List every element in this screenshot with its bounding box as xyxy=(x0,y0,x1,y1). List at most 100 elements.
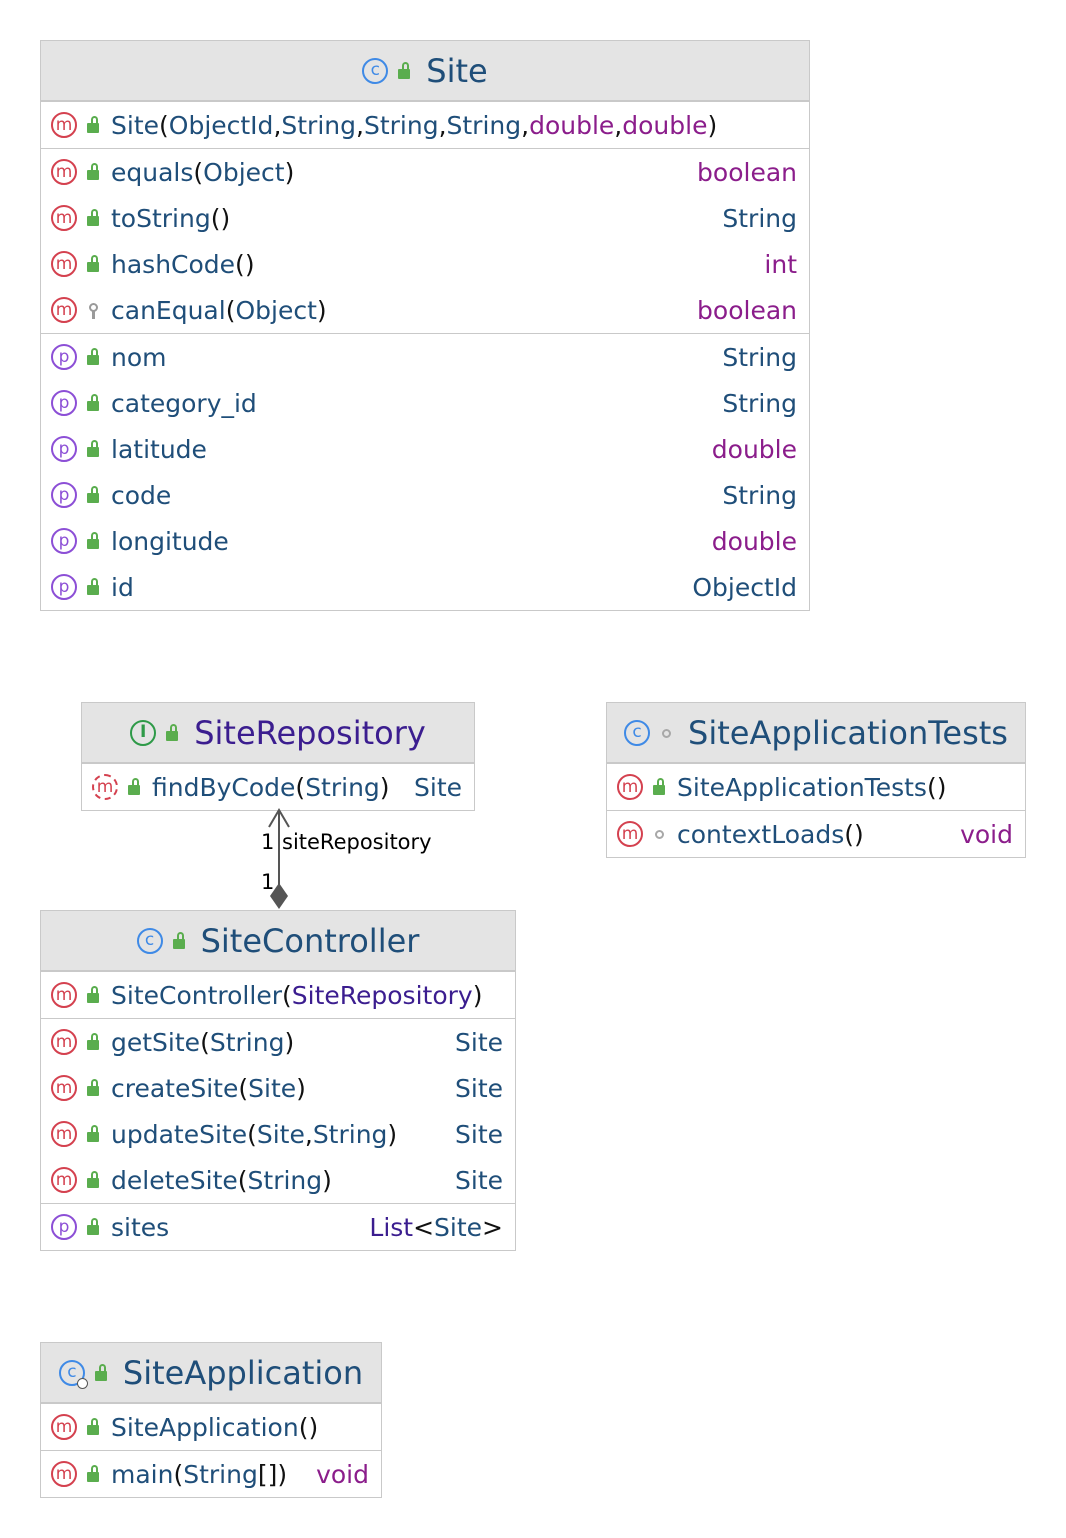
method-row-createsite[interactable]: m createSite(Site) Site xyxy=(41,1065,515,1111)
property-type: ObjectId xyxy=(692,572,797,602)
method-icon: m xyxy=(51,159,77,185)
abstract-method-icon: m xyxy=(92,774,118,800)
constructor-section: m SiteApplicationTests() xyxy=(607,763,1025,810)
generic-close: > xyxy=(482,1212,503,1242)
param-separator: , xyxy=(273,110,282,140)
property-name: category_id xyxy=(111,388,257,418)
site-application-header[interactable]: c SiteApplication xyxy=(41,1343,381,1403)
constructor-row[interactable]: m SiteApplication() xyxy=(41,1404,381,1450)
site-repository-header[interactable]: I SiteRepository xyxy=(82,703,474,763)
param-type: String xyxy=(312,1119,388,1149)
paren-open: ( xyxy=(237,1165,248,1195)
site-application-tests-box[interactable]: c SiteApplicationTests m SiteApplication… xyxy=(606,702,1026,858)
public-lock-icon xyxy=(85,1171,103,1189)
site-controller-box[interactable]: c SiteController m SiteController(SiteRe… xyxy=(40,910,516,1251)
site-repository-box[interactable]: I SiteRepository m findByCode(String) Si… xyxy=(81,702,475,811)
protected-key-icon xyxy=(85,301,103,319)
paren-open: ( xyxy=(235,249,245,279)
method-icon: m xyxy=(51,251,77,277)
property-signature: p code xyxy=(51,481,712,510)
property-row-category-id[interactable]: p category_id String xyxy=(41,380,809,426)
constructor-signature: m SiteApplicationTests() xyxy=(617,773,1013,802)
property-row-code[interactable]: p code String xyxy=(41,472,809,518)
public-lock-icon xyxy=(85,394,103,412)
paren-close: ) xyxy=(244,249,255,279)
method-signature: m getSite(String) xyxy=(51,1028,445,1057)
site-application-tests-header[interactable]: c SiteApplicationTests xyxy=(607,703,1025,763)
property-type: double xyxy=(711,434,797,464)
site-application-box[interactable]: c SiteApplication m SiteApplication() m … xyxy=(40,1342,382,1498)
property-name: longitude xyxy=(111,526,229,556)
constructor-row[interactable]: m SiteController(SiteRepository) xyxy=(41,972,515,1018)
method-name: findByCode xyxy=(152,772,296,802)
paren-close: ) xyxy=(277,1459,288,1489)
method-row-equals[interactable]: m equals(Object) boolean xyxy=(41,149,809,195)
paren-open: ( xyxy=(281,980,292,1010)
param-separator: , xyxy=(356,110,364,140)
public-lock-icon xyxy=(651,778,669,796)
method-row-contextloads[interactable]: m contextLoads() void xyxy=(607,811,1025,857)
method-signature: m equals(Object) xyxy=(51,158,687,187)
public-lock-icon xyxy=(85,578,103,596)
paren-open: ( xyxy=(295,772,306,802)
generic-type: List xyxy=(369,1212,414,1242)
property-row-id[interactable]: p id ObjectId xyxy=(41,564,809,610)
site-controller-header[interactable]: c SiteController xyxy=(41,911,515,971)
method-name: main xyxy=(111,1459,174,1489)
param-type: String xyxy=(446,110,522,140)
method-row-hashcode[interactable]: m hashCode() int xyxy=(41,241,809,287)
public-lock-icon xyxy=(171,931,189,950)
constructor-name: SiteApplication xyxy=(111,1412,299,1442)
public-lock-icon xyxy=(85,116,103,134)
constructor-section: m Site(ObjectId, String, String, String,… xyxy=(41,101,809,148)
constructor-section: m SiteApplication() xyxy=(41,1403,381,1450)
parens: () xyxy=(926,772,947,802)
property-icon: p xyxy=(51,390,77,416)
paren-open: ( xyxy=(238,1073,249,1103)
property-signature: p id xyxy=(51,573,682,602)
paren-close: ) xyxy=(316,295,327,325)
param-type: String xyxy=(183,1459,258,1489)
property-icon: p xyxy=(51,344,77,370)
method-signature: m canEqual(Object) xyxy=(51,296,687,325)
paren-close: ) xyxy=(322,1165,332,1195)
array-brackets: [] xyxy=(257,1459,278,1489)
param-type: String xyxy=(209,1027,285,1057)
methods-section: m contextLoads() void xyxy=(607,810,1025,857)
return-type: int xyxy=(764,249,797,279)
method-row-tostring[interactable]: m toString() String xyxy=(41,195,809,241)
public-lock-icon xyxy=(93,1363,111,1382)
method-row-canequal[interactable]: m canEqual(Object) boolean xyxy=(41,287,809,333)
site-class-header[interactable]: c Site xyxy=(41,41,809,101)
method-name: getSite xyxy=(111,1027,201,1057)
method-row-getsite[interactable]: m getSite(String) Site xyxy=(41,1019,515,1065)
methods-section: m findByCode(String) Site xyxy=(82,763,474,810)
class-icon: c xyxy=(624,719,651,746)
property-row-latitude[interactable]: p latitude double xyxy=(41,426,809,472)
property-name: latitude xyxy=(111,434,207,464)
public-lock-icon xyxy=(85,532,103,550)
paren-close: ) xyxy=(296,1073,306,1103)
method-row-main[interactable]: m main(String[]) void xyxy=(41,1451,381,1497)
run-overlay-icon xyxy=(76,1377,88,1389)
properties-section: p nom String p category_id String p lati… xyxy=(41,333,809,610)
property-row-nom[interactable]: p nom String xyxy=(41,334,809,380)
method-row-deletesite[interactable]: m deleteSite(String) Site xyxy=(41,1157,515,1203)
property-row-longitude[interactable]: p longitude double xyxy=(41,518,809,564)
multiplicity-target: 1 xyxy=(261,870,275,894)
association-edge[interactable] xyxy=(255,805,305,913)
constructor-row[interactable]: m SiteApplicationTests() xyxy=(607,764,1025,810)
property-name: sites xyxy=(111,1212,170,1242)
method-icon: m xyxy=(51,982,77,1008)
public-lock-icon xyxy=(164,723,182,742)
package-private-icon xyxy=(658,724,676,742)
class-name: SiteApplication xyxy=(122,1353,364,1392)
site-class-box[interactable]: c Site m Site(ObjectId, String, String, … xyxy=(40,40,810,611)
property-row-sites[interactable]: p sites List<Site> xyxy=(41,1204,515,1250)
property-signature: p latitude xyxy=(51,435,702,464)
method-name: hashCode xyxy=(111,249,236,279)
method-row-updatesite[interactable]: m updateSite(Site, String) Site xyxy=(41,1111,515,1157)
method-row-findbycode[interactable]: m findByCode(String) Site xyxy=(82,764,474,810)
constructor-row[interactable]: m Site(ObjectId, String, String, String,… xyxy=(41,102,809,148)
constructor-signature: m SiteController(SiteRepository) xyxy=(51,981,503,1010)
